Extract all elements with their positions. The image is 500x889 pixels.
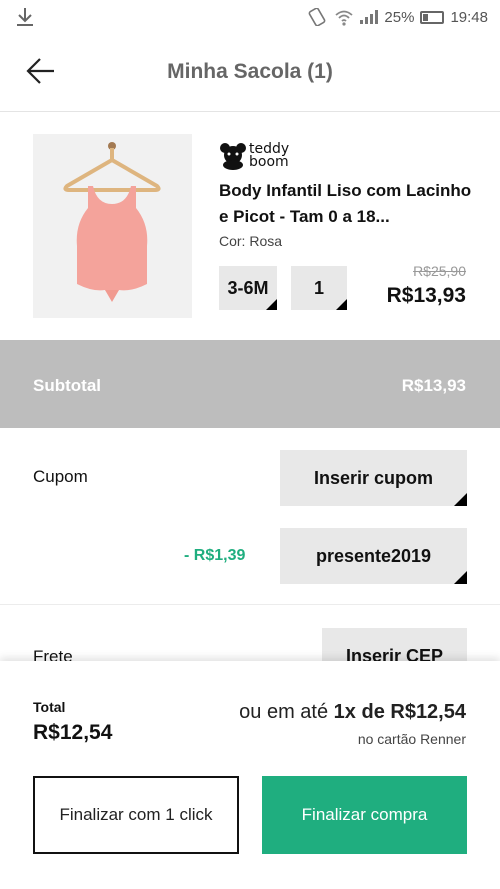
divider — [0, 604, 500, 605]
app-bar: Minha Sacola (1) — [0, 36, 500, 112]
total-label: Total — [33, 699, 66, 715]
signal-icon — [360, 10, 379, 24]
one-click-checkout-button[interactable]: Finalizar com 1 click — [33, 776, 239, 854]
installment-note: no cartão Renner — [357, 731, 466, 747]
dropdown-corner-icon — [454, 493, 467, 506]
status-bar: 25% 19:48 — [0, 0, 500, 36]
teddy-bear-icon — [220, 143, 246, 170]
installment-prefix: ou em até — [239, 701, 329, 723]
checkout-label: Finalizar compra — [301, 805, 428, 824]
original-price: R$25,90 — [413, 263, 466, 279]
subtotal-label: Subtotal — [33, 376, 101, 395]
vibrate-icon — [309, 8, 326, 26]
product-price: R$13,93 — [386, 284, 466, 307]
dropdown-corner-icon — [266, 299, 277, 310]
coupon-label: Cupom — [33, 467, 88, 486]
battery-icon — [420, 10, 445, 24]
total-value: R$12,54 — [33, 721, 113, 744]
dropdown-corner-icon — [454, 571, 467, 584]
product-color: Cor: Rosa — [219, 233, 283, 249]
size-selector[interactable]: 3-6M — [219, 266, 277, 310]
subtotal-bar: Subtotal R$13,93 — [0, 340, 500, 428]
installment-info: ou em até 1x de R$12,54 — [239, 701, 466, 724]
cart-item: teddy boom Body Infantil Liso com Lacinh… — [0, 112, 500, 340]
insert-coupon-label: Inserir cupom — [313, 467, 434, 488]
brand-logo: teddy boom — [219, 142, 289, 170]
battery-percentage: 25% — [384, 8, 415, 26]
applied-coupon-code: presente2019 — [315, 545, 432, 566]
quantity-selector[interactable]: 1 — [291, 266, 347, 310]
insert-coupon-button[interactable]: Inserir cupom — [280, 450, 467, 506]
product-title[interactable]: Body Infantil Liso com Lacinho e Picot -… — [219, 178, 479, 230]
coupon-discount: - R$1,39 — [184, 547, 246, 564]
applied-coupon-button[interactable]: presente2019 — [280, 528, 467, 584]
size-value: 3-6M — [227, 277, 269, 298]
clock: 19:48 — [450, 8, 488, 26]
wifi-icon — [335, 10, 354, 26]
checkout-footer: Total R$12,54 ou em até 1x de R$12,54 no… — [0, 661, 500, 889]
download-icon — [17, 8, 33, 26]
page-title: Minha Sacola (1) — [167, 60, 333, 83]
subtotal-value: R$13,93 — [401, 376, 466, 395]
checkout-button[interactable]: Finalizar compra — [262, 776, 467, 854]
quantity-value: 1 — [313, 277, 324, 298]
one-click-label: Finalizar com 1 click — [59, 805, 213, 824]
brand-name-line2: boom — [249, 154, 289, 170]
dropdown-corner-icon — [336, 299, 347, 310]
installment-value: 1x de R$12,54 — [333, 701, 466, 723]
product-image[interactable] — [33, 134, 192, 318]
